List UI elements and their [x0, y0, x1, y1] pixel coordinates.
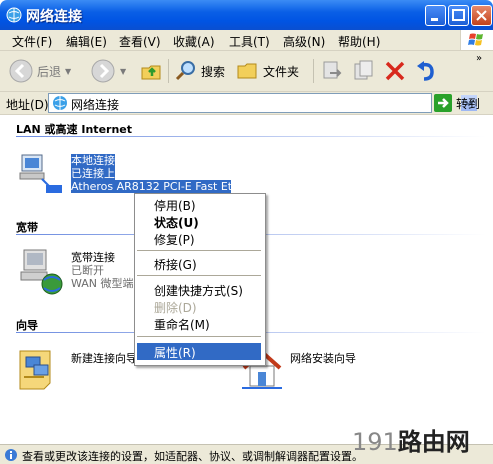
context-menu-create-shortcut[interactable]: 创建快捷方式(S) — [135, 281, 263, 298]
up-folder-button[interactable] — [140, 55, 164, 87]
search-icon — [175, 61, 195, 81]
move-to-button[interactable] — [320, 55, 344, 87]
context-menu-label: 重命名(M) — [154, 318, 210, 332]
context-menu-status[interactable]: 状态(U) — [135, 213, 263, 230]
toolbar-separator — [168, 59, 169, 83]
context-menu-label: 桥接(G) — [154, 258, 197, 272]
back-dropdown-icon[interactable]: ▼ — [65, 67, 71, 76]
menu-advanced[interactable]: 高级(N) — [283, 33, 325, 50]
back-arrow-icon — [9, 59, 33, 83]
status-text: 查看或更改该连接的设置，如适配器、协议、或调制解调器配置设置。 — [22, 450, 363, 463]
menu-file[interactable]: 文件(F) — [12, 33, 52, 50]
context-menu-rename[interactable]: 重命名(M) — [135, 315, 263, 332]
watermark-prefix: 191 — [352, 428, 398, 456]
home-network-wizard-label: 网络安装向导 — [290, 352, 356, 365]
undo-button[interactable] — [414, 55, 438, 87]
copy-to-button[interactable] — [352, 55, 376, 87]
watermark: 191路由网 — [352, 422, 470, 457]
undo-icon — [417, 61, 434, 81]
address-value: 网络连接 — [71, 98, 120, 112]
home-network-wizard-item[interactable]: 网络安装向导 — [290, 352, 356, 365]
search-label: 搜索 — [201, 64, 226, 79]
context-menu-label: 属性(R) — [154, 346, 196, 360]
group-header-wizard: 向导 — [16, 319, 38, 332]
broadband-connection-name: 宽带连接 — [71, 251, 115, 264]
info-icon — [5, 449, 17, 461]
context-menu-repair[interactable]: 修复(P) — [135, 230, 263, 247]
broadband-connection-icon[interactable] — [16, 248, 64, 296]
lan-connection-icon[interactable] — [16, 153, 64, 195]
watermark-suffix: 路由网 — [397, 428, 470, 456]
group-header-broadband: 宽带 — [16, 221, 38, 234]
folders-button[interactable]: 文件夹 — [236, 55, 299, 87]
broadband-connection-device: WAN 微型端 — [71, 277, 134, 290]
group-divider — [16, 136, 486, 137]
go-label: 转到 — [456, 96, 481, 111]
context-menu-disable[interactable]: 停用(B) — [135, 196, 263, 213]
lan-connection-name: 本地连接 — [71, 154, 115, 167]
context-menu-label: 删除(D) — [154, 301, 197, 315]
context-menu-separator — [137, 250, 261, 251]
context-menu-label: 状态(U) — [154, 216, 199, 230]
copy-to-icon — [354, 60, 373, 80]
back-button[interactable]: 后退 ▼ — [8, 55, 71, 87]
go-button[interactable]: 转到 — [434, 94, 480, 112]
toolbar-chevron-icon[interactable]: » — [476, 53, 482, 64]
address-bar: 地址(D) 网络连接 转到 — [0, 92, 493, 115]
folders-label: 文件夹 — [263, 64, 300, 79]
menu-help[interactable]: 帮助(H) — [338, 33, 380, 50]
new-connection-wizard-icon[interactable] — [16, 347, 60, 391]
lan-connection-status: 已连接上 — [71, 167, 115, 180]
folders-icon — [237, 63, 257, 79]
broadband-connection-item[interactable]: 宽带连接 已断开 WAN 微型端 — [71, 251, 134, 290]
context-menu-label: 创建快捷方式(S) — [154, 284, 243, 298]
menu-view[interactable]: 查看(V) — [119, 33, 161, 50]
menu-bar: 文件(F) 编辑(E) 查看(V) 收藏(A) 工具(T) 高级(N) 帮助(H… — [0, 30, 493, 51]
title-bar[interactable]: 网络连接 — [0, 0, 493, 30]
address-input[interactable]: 网络连接 — [48, 93, 477, 113]
lan-connection-item[interactable]: 本地连接 已连接上 Atheros AR8132 PCI-E Fast Et..… — [71, 154, 231, 196]
network-connections-window: 网络连接 文件(F) 编辑(E) 查看(V) 收藏(A) 工具(T) 高级(N)… — [0, 0, 493, 464]
menu-favorites[interactable]: 收藏(A) — [173, 33, 215, 50]
context-menu: 停用(B) 状态(U) 修复(P) 桥接(G) 创建快捷方式(S) 删除(D) … — [134, 193, 266, 366]
forward-arrow-icon — [91, 59, 115, 83]
close-button[interactable] — [471, 5, 492, 26]
delete-button[interactable] — [383, 55, 407, 87]
maximize-button[interactable] — [448, 5, 469, 26]
context-menu-label: 停用(B) — [154, 199, 196, 213]
go-arrow-icon — [434, 94, 452, 112]
move-to-icon — [323, 61, 342, 79]
minimize-icon — [431, 18, 438, 21]
network-globe-icon — [53, 96, 67, 110]
broadband-connection-status: 已断开 — [71, 264, 104, 277]
toolbar-separator — [313, 59, 314, 83]
network-globe-icon — [6, 7, 22, 23]
address-label: 地址(D) — [6, 98, 49, 112]
forward-button[interactable]: ▼ — [90, 55, 126, 87]
menu-tools[interactable]: 工具(T) — [229, 33, 270, 50]
menu-edit[interactable]: 编辑(E) — [66, 33, 107, 50]
new-connection-wizard-label: 新建连接向导 — [71, 352, 137, 365]
context-menu-separator — [137, 275, 261, 276]
new-connection-wizard-item[interactable]: 新建连接向导 — [71, 352, 137, 365]
group-header-lan: LAN 或高速 Internet — [16, 123, 133, 136]
toolbar: 后退 ▼ ▼ 搜索 文件夹 » — [0, 51, 493, 92]
context-menu-properties[interactable]: 属性(R) — [137, 343, 261, 360]
context-menu-label: 修复(P) — [154, 233, 195, 247]
windows-logo-icon — [460, 30, 493, 50]
context-menu-bridge[interactable]: 桥接(G) — [135, 255, 263, 272]
minimize-button[interactable] — [425, 5, 446, 26]
up-folder-icon — [141, 65, 161, 80]
context-menu-separator — [137, 336, 261, 337]
window-title: 网络连接 — [26, 9, 82, 25]
lan-connection-device: Atheros AR8132 PCI-E Fast Et... — [71, 180, 231, 193]
maximize-icon — [452, 9, 465, 21]
delete-x-icon — [385, 61, 405, 81]
back-label: 后退 — [37, 64, 62, 79]
close-icon — [476, 10, 487, 21]
forward-dropdown-icon[interactable]: ▼ — [120, 67, 126, 76]
context-menu-delete: 删除(D) — [135, 298, 263, 315]
search-button[interactable]: 搜索 — [174, 55, 225, 87]
